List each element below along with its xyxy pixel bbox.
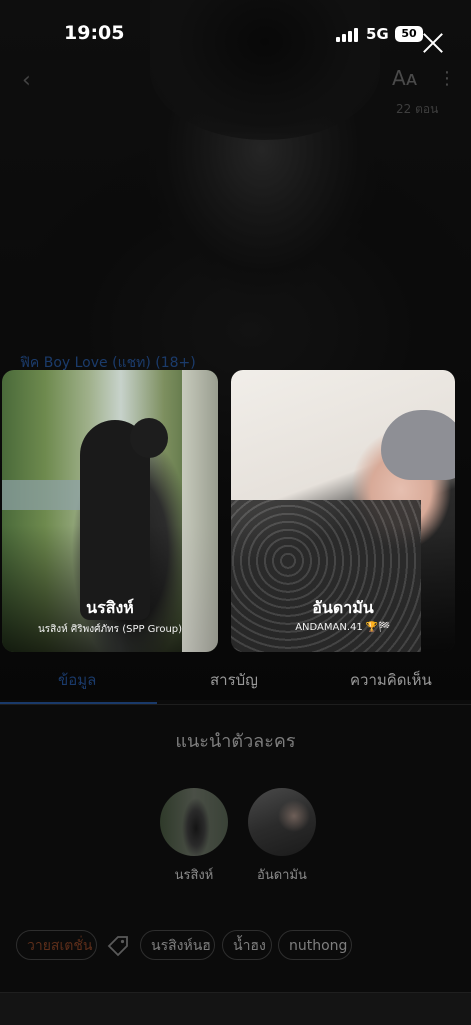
tag-chip[interactable]: น้ำฮง: [222, 930, 272, 960]
tab-comments[interactable]: ความคิดเห็น: [350, 668, 432, 692]
tab-contents[interactable]: สารบัญ: [210, 668, 258, 692]
more-icon[interactable]: ⋮: [438, 68, 456, 89]
section-title: แนะนำตัวละคร: [175, 731, 296, 752]
character-name: อันดามัน: [312, 598, 374, 617]
character-subtitle: นรสิงห์ ศิริพงศ์ภัทร (SPP Group): [37, 624, 183, 635]
avatar-label: อันดามัน: [257, 868, 307, 883]
font-size-icon[interactable]: Aᴀ: [392, 66, 418, 90]
close-icon[interactable]: [420, 30, 446, 56]
signal-icon: [336, 28, 358, 42]
tag-chip[interactable]: วายสเตชั่น: [16, 930, 97, 960]
character-avatar-1[interactable]: [160, 788, 228, 856]
photo-figure-head: [130, 418, 168, 458]
tab-bar: ข้อมูล สารบัญ ความคิดเห็น: [0, 660, 471, 705]
character-card-2[interactable]: อันดามัน ANDAMAN.41 🏆🏁: [231, 370, 455, 652]
status-time: 19:05: [64, 22, 125, 44]
tag-icon: [107, 936, 128, 957]
character-avatar-2[interactable]: [248, 788, 316, 856]
avatar-label: นรสิงห์: [174, 868, 214, 883]
photo-hair: [381, 410, 455, 480]
episode-count: 22 ตอน: [396, 102, 439, 116]
divider: [0, 704, 471, 705]
character-subtitle: ANDAMAN.41 🏆🏁: [295, 622, 391, 633]
tag-chip[interactable]: นรสิงห์นฮ: [140, 930, 215, 960]
character-name: นรสิงห์: [86, 598, 134, 617]
bottom-bar: [0, 992, 471, 1025]
network-type: 5G: [366, 25, 389, 43]
back-icon[interactable]: ‹: [22, 68, 31, 93]
status-bar: 19:05 5G 50: [0, 0, 471, 70]
character-card-1[interactable]: นรสิงห์ นรสิงห์ ศิริพงศ์ภัทร (SPP Group): [2, 370, 218, 652]
tab-info[interactable]: ข้อมูล: [58, 668, 96, 692]
tag-chip[interactable]: nuthong: [278, 930, 352, 960]
battery-icon: 50: [395, 26, 423, 42]
